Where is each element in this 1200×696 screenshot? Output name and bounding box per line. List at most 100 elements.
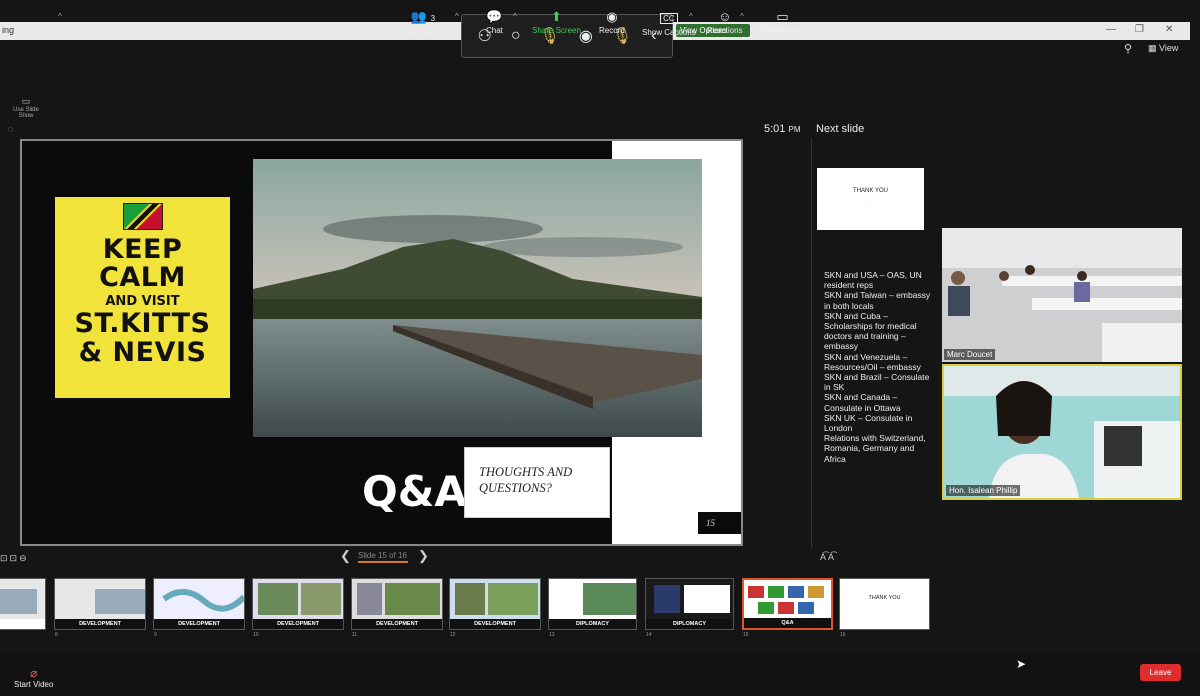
font-size-controls[interactable]: A͡ A͡ xyxy=(820,552,834,562)
thumbnail-art xyxy=(450,579,540,619)
clock-suffix: PM xyxy=(788,125,801,134)
next-slide-icon[interactable]: ❯ xyxy=(418,548,429,564)
captions-caret-icon[interactable]: ^ xyxy=(689,12,693,21)
slide-counter: Slide 15 of 16 xyxy=(358,551,407,560)
share-screen-icon: ⬆ xyxy=(551,9,562,24)
share-screen-label: Share Screen xyxy=(532,26,581,35)
thumbnail-art xyxy=(55,579,145,619)
presenter-clock: 5:01 PM xyxy=(764,123,800,135)
whiteboards-label: Whiteboards xyxy=(760,26,805,35)
reactions-caret-icon[interactable]: ^ xyxy=(740,12,744,21)
slide-progress-bar xyxy=(358,561,408,563)
participants-caret-icon[interactable]: ^ xyxy=(455,12,459,21)
mouse-cursor-icon: ➤ xyxy=(1016,657,1027,671)
filmstrip-thumbnail[interactable]: DEVELOPMENT xyxy=(449,578,541,630)
next-slide-preview[interactable]: THANK YOU · · · · · · xyxy=(817,168,924,230)
panel-divider xyxy=(811,138,812,548)
maximize-icon[interactable]: ❐ xyxy=(1135,24,1144,35)
speaker-note-line: SKN and Brazil – Consulate in SK xyxy=(824,372,930,393)
poster-calm: CALM xyxy=(99,262,186,294)
record-dot-icon[interactable]: ○ xyxy=(511,27,521,45)
thumbnail-caption: DEVELOPMENT xyxy=(55,619,145,629)
st-kitts-flag-icon xyxy=(122,203,163,230)
chat-caret-icon[interactable]: ^ xyxy=(513,12,517,21)
previous-slide-icon[interactable]: ❮ xyxy=(340,548,351,564)
participants-count: 3 xyxy=(430,14,436,23)
chat-label: Chat xyxy=(486,26,503,35)
slideshow-icon: ▭ xyxy=(21,96,31,106)
next-slide-subtext: · · · · · · xyxy=(865,200,876,204)
speaker-notes: SKN and USA – OAS, UN resident reps SKN a… xyxy=(824,270,936,464)
thumbnail-caption: DIPLOMACY xyxy=(646,619,733,629)
share-screen-button[interactable]: ⬆ Share Screen xyxy=(532,9,581,36)
chat-button[interactable]: 💬 Chat xyxy=(486,9,503,36)
next-slide-label: Next slide xyxy=(816,123,865,135)
thumbnail-caption: DIPLOMACY xyxy=(549,619,636,629)
poster-keep: KEEP xyxy=(102,234,183,265)
filmstrip-thumbnail-partial[interactable] xyxy=(0,578,46,630)
active-speaker-tile[interactable]: Hon. Isalean Phillip xyxy=(942,364,1182,500)
thoughts-and-questions: THOUGHTS AND QUESTIONS? xyxy=(464,447,610,518)
poster-nevis: & NEVIS xyxy=(78,336,207,368)
thumbnail-number: 9 xyxy=(154,632,157,638)
chat-icon: 💬 xyxy=(486,9,503,24)
video-options-caret-icon[interactable]: ^ xyxy=(58,12,62,21)
captions-icon: CC xyxy=(642,10,696,26)
presenter-tools-icons[interactable]: ⊡⊡⊖ xyxy=(0,553,29,564)
thumbnail-art xyxy=(744,580,831,620)
view-button[interactable]: ▦ View xyxy=(1148,43,1178,54)
filmstrip-thumbnail[interactable]: DEVELOPMENT xyxy=(351,578,443,630)
use-slide-show-button[interactable]: ▭ Use Slide Show xyxy=(5,96,47,119)
start-video-label: Start Video xyxy=(14,680,54,689)
show-captions-button[interactable]: CC Show Captions xyxy=(642,10,696,37)
participants-button[interactable]: 👥 3 Participants xyxy=(402,9,444,38)
thumbnail-number: 8 xyxy=(55,632,58,638)
speaker-note-line: Relations with Switzerland, Romania, Ger… xyxy=(824,433,926,464)
filmstrip-thumbnail[interactable]: DEVELOPMENT xyxy=(252,578,344,630)
close-icon[interactable]: ✕ xyxy=(1165,24,1173,35)
thumbnail-art xyxy=(154,579,244,619)
current-slide: KEEP CALM AND VISIT ST.KITTS & NEVIS Q&A… xyxy=(20,139,743,546)
participants-icon: 👥 3 xyxy=(410,9,436,24)
view-label: View xyxy=(1159,43,1179,53)
nevis-pier-photo xyxy=(253,159,702,437)
thumbnail-number: 15 xyxy=(743,632,749,638)
record-label: Record xyxy=(599,26,625,35)
whiteboards-button[interactable]: ▭ Whiteboards xyxy=(760,10,805,36)
thumbnail-art xyxy=(0,579,45,619)
cc-label: CC xyxy=(660,13,678,24)
participants-label: Participants xyxy=(402,28,444,37)
reactions-button[interactable]: ☺ Reactions xyxy=(707,10,743,36)
filmstrip-thumbnail[interactable]: DEVELOPMENT xyxy=(153,578,245,630)
slide-page-number: 15 xyxy=(698,512,741,534)
video-tile[interactable]: Marc Doucet xyxy=(942,228,1182,362)
record-icon: ◉ xyxy=(606,9,618,24)
filmstrip-thumbnail[interactable]: DIPLOMACY xyxy=(645,578,734,630)
thumbnail-art xyxy=(352,579,442,619)
minimize-icon[interactable]: — xyxy=(1106,24,1116,35)
thumbnail-art xyxy=(253,579,343,619)
show-captions-label: Show Captions xyxy=(642,28,696,37)
speaker-note-line: SKN and USA – OAS, UN resident reps xyxy=(824,270,922,291)
filmstrip-thumbnail[interactable]: DIPLOMACY xyxy=(548,578,637,630)
thumbnail-subtext: · · · xyxy=(882,604,887,608)
filmstrip-thumbnail[interactable]: THANK YOU · · · xyxy=(839,578,930,630)
stop-record-icon[interactable]: ◉ xyxy=(579,26,593,46)
keep-calm-poster: KEEP CALM AND VISIT ST.KITTS & NEVIS xyxy=(55,197,230,398)
use-slide-show-label: Use Slide Show xyxy=(13,107,39,119)
speaker-note-line: SKN UK – Consulate in London xyxy=(824,412,913,434)
leave-button[interactable]: Leave xyxy=(1140,664,1181,681)
start-video-button[interactable]: ⌀ Start Video xyxy=(14,666,53,689)
thumbnail-art xyxy=(549,579,636,619)
reactions-label: Reactions xyxy=(707,26,743,35)
record-button[interactable]: ◉ Record xyxy=(599,9,625,36)
filmstrip-thumbnail[interactable]: DEVELOPMENT xyxy=(54,578,146,630)
user-icon[interactable]: ⚲ xyxy=(1124,42,1132,55)
filmstrip-thumbnail[interactable]: Q&A xyxy=(742,578,833,630)
participant-name: Marc Doucet xyxy=(944,349,996,360)
thumbnail-number: 12 xyxy=(450,632,456,638)
thumbnail-caption: DEVELOPMENT xyxy=(450,619,540,629)
settings-dot-icon[interactable]: ◌ xyxy=(8,124,13,134)
speaker-note-line: SKN and Taiwan – embassy in both locals xyxy=(824,290,931,311)
clock-time: 5:01 xyxy=(764,123,786,135)
